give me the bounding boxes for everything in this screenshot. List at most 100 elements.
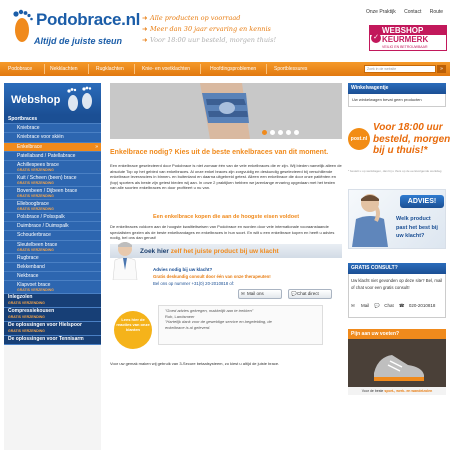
- advies-tag: ADVIES!: [400, 195, 444, 208]
- logo[interactable]: Podobrace.nl Altijd de juiste steun: [12, 8, 140, 48]
- slider-dot[interactable]: [286, 130, 291, 135]
- sidebar-item[interactable]: Kniebrace: [4, 124, 101, 134]
- consult-links: ✉ Mail 💬 Chat ☎ 020-2010818: [351, 303, 435, 309]
- sidebar-item[interactable]: Schouderbrace: [4, 231, 101, 241]
- sidebar-item[interactable]: Duimbrace / Duimspalk: [4, 222, 101, 232]
- foot-logo-icon: [13, 9, 33, 42]
- sidebar-item[interactable]: Patellaband / Patellabrace: [4, 151, 101, 161]
- caption-lead: Voor de beste: [361, 389, 384, 393]
- sidebar-category-label: De oplossingen voor Hielspoor: [8, 322, 82, 329]
- nav-houdingsproblemen[interactable]: Hoofdingsproblemen: [210, 62, 256, 76]
- nav-podobrace[interactable]: Podobrace: [8, 62, 32, 76]
- cart-header[interactable]: Winkelwagentje: [348, 83, 446, 94]
- free-shipping-label: GRATIS VERZENDING: [17, 180, 54, 185]
- postnl-fineprint: * bestelt u op werkdagen, dan bij u thui…: [348, 169, 442, 173]
- header: Podobrace.nl Altijd de juiste steun ➜ All…: [0, 0, 450, 60]
- foot-pain-title: Pijn aan uw voeten?: [348, 329, 446, 339]
- toplink-route[interactable]: Route: [430, 9, 443, 15]
- sidebar-item[interactable]: Achillespees brace GRATIS VERZENDING: [4, 160, 101, 174]
- webshop-keurmerk-badge[interactable]: ✓ WEBSHOP KEURMERK VEILIG EN BETROUWBAAR: [369, 25, 447, 51]
- postnl-delivery-banner: post.nl Voor 18:00 uur besteld, morgen b…: [348, 120, 450, 166]
- foot-pain-banner[interactable]: Pijn aan uw voeten? Voor de beste sport-…: [348, 329, 446, 395]
- free-shipping-label: GRATIS VERZENDING: [17, 167, 54, 172]
- nav-rugklachten[interactable]: Rugklachten: [96, 62, 124, 76]
- advice-line1: Gratis deskundig consult door één van on…: [153, 274, 271, 279]
- sidebar-item[interactable]: Kniebrace voor skiën: [4, 133, 101, 143]
- review-line: enkelbrace is al geleverd.: [165, 324, 211, 330]
- hero-banner[interactable]: [110, 83, 342, 139]
- toplink-contact[interactable]: Contact: [404, 9, 421, 15]
- nav-nekklachten[interactable]: Nekklachten: [50, 62, 78, 76]
- chat-link-label: Chat: [384, 303, 394, 309]
- mail-button[interactable]: ✉ Mail ons: [238, 289, 282, 299]
- slider-dot[interactable]: [262, 130, 267, 135]
- slider-dot[interactable]: [294, 130, 299, 135]
- chat-link[interactable]: 💬 Chat: [374, 303, 394, 308]
- sidebar-item[interactable]: Rugbrace: [4, 253, 101, 263]
- sidebar-item[interactable]: Elleboogbrace GRATIS VERZENDING: [4, 199, 101, 213]
- free-shipping-label: GRATIS VERZENDING: [17, 193, 54, 198]
- nav-separator: [44, 64, 45, 74]
- postnl-line: Voor 18:00 uur: [373, 122, 443, 133]
- postnl-logo: post.nl: [348, 128, 370, 150]
- arrow-bullet-icon: ➜: [142, 14, 148, 22]
- mail-button-label: Mail ons: [247, 291, 264, 296]
- chat-button[interactable]: 💬 Chat direct: [288, 289, 332, 299]
- brand-tagline: Altijd de juiste steun: [34, 36, 123, 46]
- usp-item: ➜ Voor 18:00 uur besteld, morgen thuis!: [142, 35, 312, 46]
- sidebar-item-label: Patellaband / Patellabrace: [17, 152, 76, 159]
- caption-rest: sport-, werk- en wandelzolen: [384, 389, 433, 393]
- nav-knie-voetklachten[interactable]: Knie- en voetklachten: [142, 62, 190, 76]
- slider-dot[interactable]: [270, 130, 275, 135]
- running-shoe-image: [374, 355, 424, 381]
- sidebar-item[interactable]: Polsbrace / Polsspalk: [4, 212, 101, 223]
- free-shipping-label: GRATIS VERZENDING: [17, 247, 54, 252]
- sidebar-category-inlegzolen[interactable]: Inlegzolen GRATIS VERZENDING: [4, 294, 101, 309]
- man-thinking-image: [352, 194, 388, 247]
- sidebar-category-sportbraces[interactable]: Sportbraces: [4, 115, 101, 125]
- search-input[interactable]: Zoek in de website: [364, 65, 436, 73]
- nav-sportblessures[interactable]: Sportblessures: [274, 62, 307, 76]
- usp-text: Voor 18:00 uur besteld, morgen thuis!: [150, 36, 277, 44]
- sidebar-item[interactable]: Nekbrace: [4, 271, 101, 282]
- sidebar-category-label: Compressiekousen: [8, 308, 55, 315]
- sidebar-item-label: Nekbrace: [17, 272, 39, 279]
- intro-paragraph: Een enkelbrace geselecteerd door Podobra…: [110, 163, 342, 191]
- toplink-praktijk[interactable]: Onze Praktijk: [366, 9, 396, 15]
- foot-pain-caption: Voor de beste sport-, werk- en wandelzol…: [348, 387, 446, 395]
- slider-dot[interactable]: [278, 130, 283, 135]
- sidebar-category-compressiekousen[interactable]: Compressiekousen GRATIS VERZENDING: [4, 308, 101, 323]
- usp-item: ➜ Meer dan 30 jaar ervaring en kennis: [142, 24, 312, 35]
- usp-text: Meer dan 30 jaar ervaring en kennis: [150, 25, 271, 33]
- sidebar-item-label: Enkelbrace: [17, 143, 43, 150]
- quality-paragraph: De enkelbraces voldoen aan de hoogste kw…: [110, 224, 335, 241]
- nav-separator: [200, 64, 201, 74]
- search-button[interactable]: »: [437, 65, 446, 73]
- sidebar-item-label: Schouderbrace: [17, 232, 51, 239]
- advies-line: uw klacht?: [396, 233, 425, 239]
- advice-title-rest: zelf het juiste product bij uw klacht: [170, 248, 279, 255]
- usp-list: ➜ Alle producten op voorraad ➜ Meer dan 30…: [142, 13, 312, 46]
- phone-link[interactable]: ☎ 020-2010818: [399, 303, 436, 308]
- sidebar-item[interactable]: Bekkenband: [4, 262, 101, 272]
- advice-title[interactable]: Zoek hier zelf het juiste product bij uw…: [140, 248, 279, 255]
- sidebar-item[interactable]: Klapvoet brace GRATIS VERZENDING: [4, 281, 101, 295]
- advies-text: Welk product past het best bij uw klacht…: [396, 215, 438, 241]
- postnl-line: bij u thuis!*: [373, 145, 428, 156]
- postnl-line: besteld, morgen: [373, 133, 450, 145]
- sidebar-category-hielspoor[interactable]: De oplossingen voor Hielspoor GRATIS VERZ…: [4, 322, 101, 337]
- sidebar-item[interactable]: Kuit / Scheen (been) brace GRATIS VERZEND…: [4, 173, 101, 187]
- feet-icon: [67, 86, 92, 111]
- sidebar-item-label: Kniebrace voor skiën: [17, 134, 64, 141]
- chat-icon: 💬: [291, 291, 297, 296]
- section-heading: Een enkelbrace kopen die aan de hoogste …: [152, 214, 300, 220]
- usp-item: ➜ Alle producten op voorraad: [142, 13, 312, 24]
- sidebar-category-label: Inlegzolen: [8, 294, 33, 301]
- sidebar-category-tennisarm[interactable]: De oplossingen voor Tennisarm: [4, 336, 101, 345]
- sidebar-item-active[interactable]: Enkelbrace »: [4, 142, 101, 152]
- sidebar-item[interactable]: Sleutelbeen brace GRATIS VERZENDING: [4, 240, 101, 254]
- mail-link[interactable]: ✉ Mail: [351, 303, 369, 308]
- sidebar-item[interactable]: Bovenbeen / Dijbeen brace GRATIS VERZENDI…: [4, 186, 101, 200]
- reviews-bubble[interactable]: Lees hier de reacties van onze klanten: [114, 311, 152, 349]
- sidebar: Webshop Sportbraces Kniebrace Kniebrace …: [4, 83, 101, 450]
